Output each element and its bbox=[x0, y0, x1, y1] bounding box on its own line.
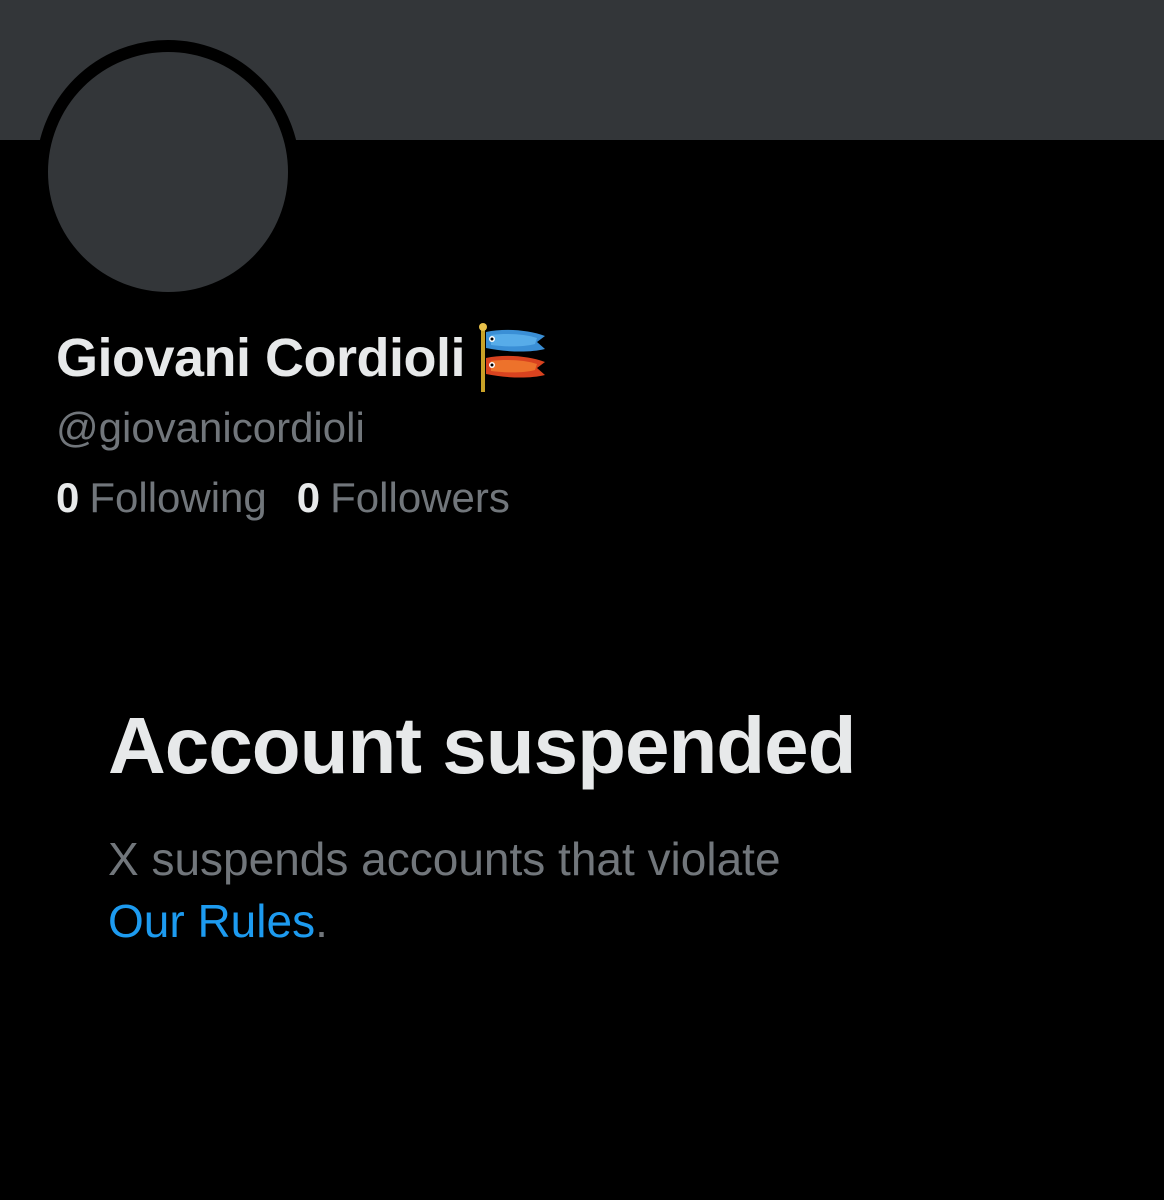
followers-count: 0 bbox=[296, 474, 321, 521]
suspension-message: X suspends accounts that violate Our Rul… bbox=[108, 828, 1008, 952]
followers-stat[interactable]: 0 Followers bbox=[297, 474, 510, 522]
followers-label: Followers bbox=[330, 474, 510, 521]
avatar[interactable] bbox=[36, 40, 300, 304]
following-label: Following bbox=[89, 474, 267, 521]
display-name-text: Giovani Cordioli bbox=[56, 328, 466, 388]
following-stat[interactable]: 0 Following bbox=[56, 474, 267, 522]
our-rules-link[interactable]: Our Rules bbox=[108, 895, 315, 947]
profile-handle: @giovanicordioli bbox=[56, 404, 365, 451]
profile-display-name: Giovani Cordioli bbox=[56, 318, 549, 398]
carp-streamer-icon bbox=[477, 322, 549, 394]
following-count: 0 bbox=[56, 474, 80, 521]
suspension-title: Account suspended bbox=[108, 701, 857, 790]
profile-page: Giovani Cordioli @giovanicordioli 0 Foll… bbox=[0, 0, 1164, 1200]
suspension-trailing-period: . bbox=[315, 895, 328, 947]
profile-stats: 0 Following 0 Followers bbox=[56, 474, 510, 522]
suspension-message-text: X suspends accounts that violate bbox=[108, 833, 781, 885]
